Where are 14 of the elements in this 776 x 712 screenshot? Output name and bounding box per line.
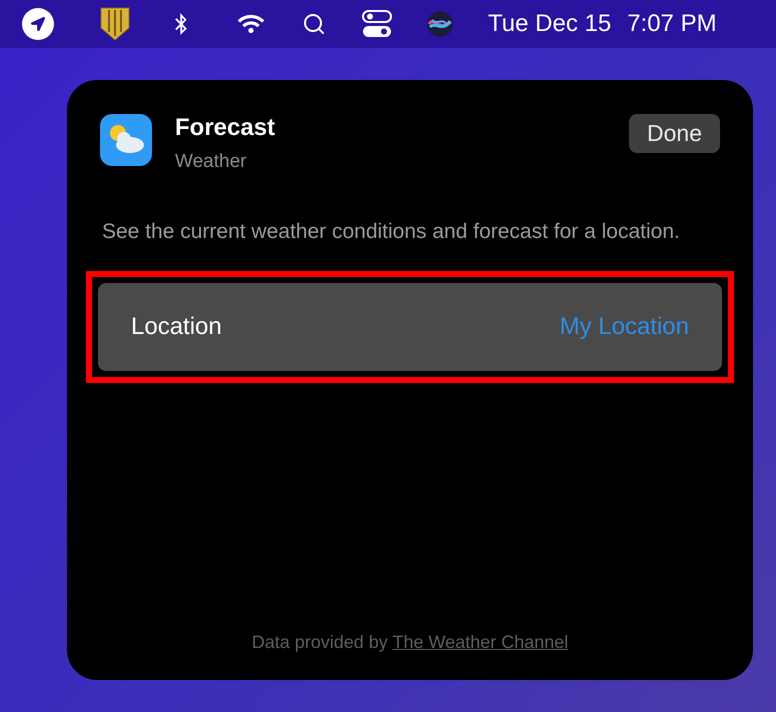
done-button[interactable]: Done (629, 114, 720, 153)
location-label: Location (131, 312, 222, 342)
attribution-text: Data provided by The Weather Channel (250, 631, 570, 654)
menu-bar-time[interactable]: 7:07 PM (627, 6, 717, 42)
search-icon[interactable] (302, 12, 326, 36)
siri-icon[interactable] (426, 10, 454, 38)
widget-title: Forecast (175, 114, 276, 142)
shield-icon[interactable] (100, 7, 130, 41)
widget-subtitle: Weather (175, 150, 248, 174)
location-setting-row[interactable]: Location My Location (98, 282, 722, 370)
control-center-icon[interactable] (362, 10, 392, 38)
weather-app-icon (100, 114, 152, 166)
widget-description: See the current weather conditions and forecast for a location. (101, 218, 681, 244)
menu-bar-date[interactable]: Tue Dec 15 (488, 6, 612, 42)
